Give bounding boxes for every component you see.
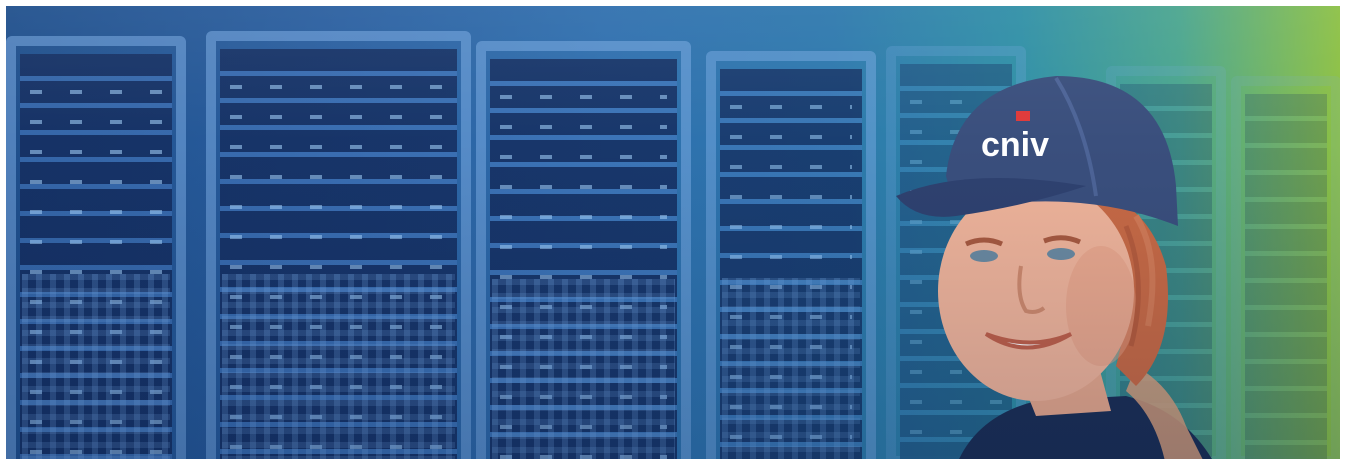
server-rack xyxy=(1231,76,1340,459)
banner-photo: cniv xyxy=(6,6,1340,459)
server-rack xyxy=(6,36,186,459)
server-rack xyxy=(706,51,876,459)
cap-logo-text: cniv xyxy=(981,126,1049,164)
server-rack xyxy=(206,31,471,459)
server-rack xyxy=(476,41,691,459)
person-in-cap: cniv xyxy=(886,66,1246,459)
